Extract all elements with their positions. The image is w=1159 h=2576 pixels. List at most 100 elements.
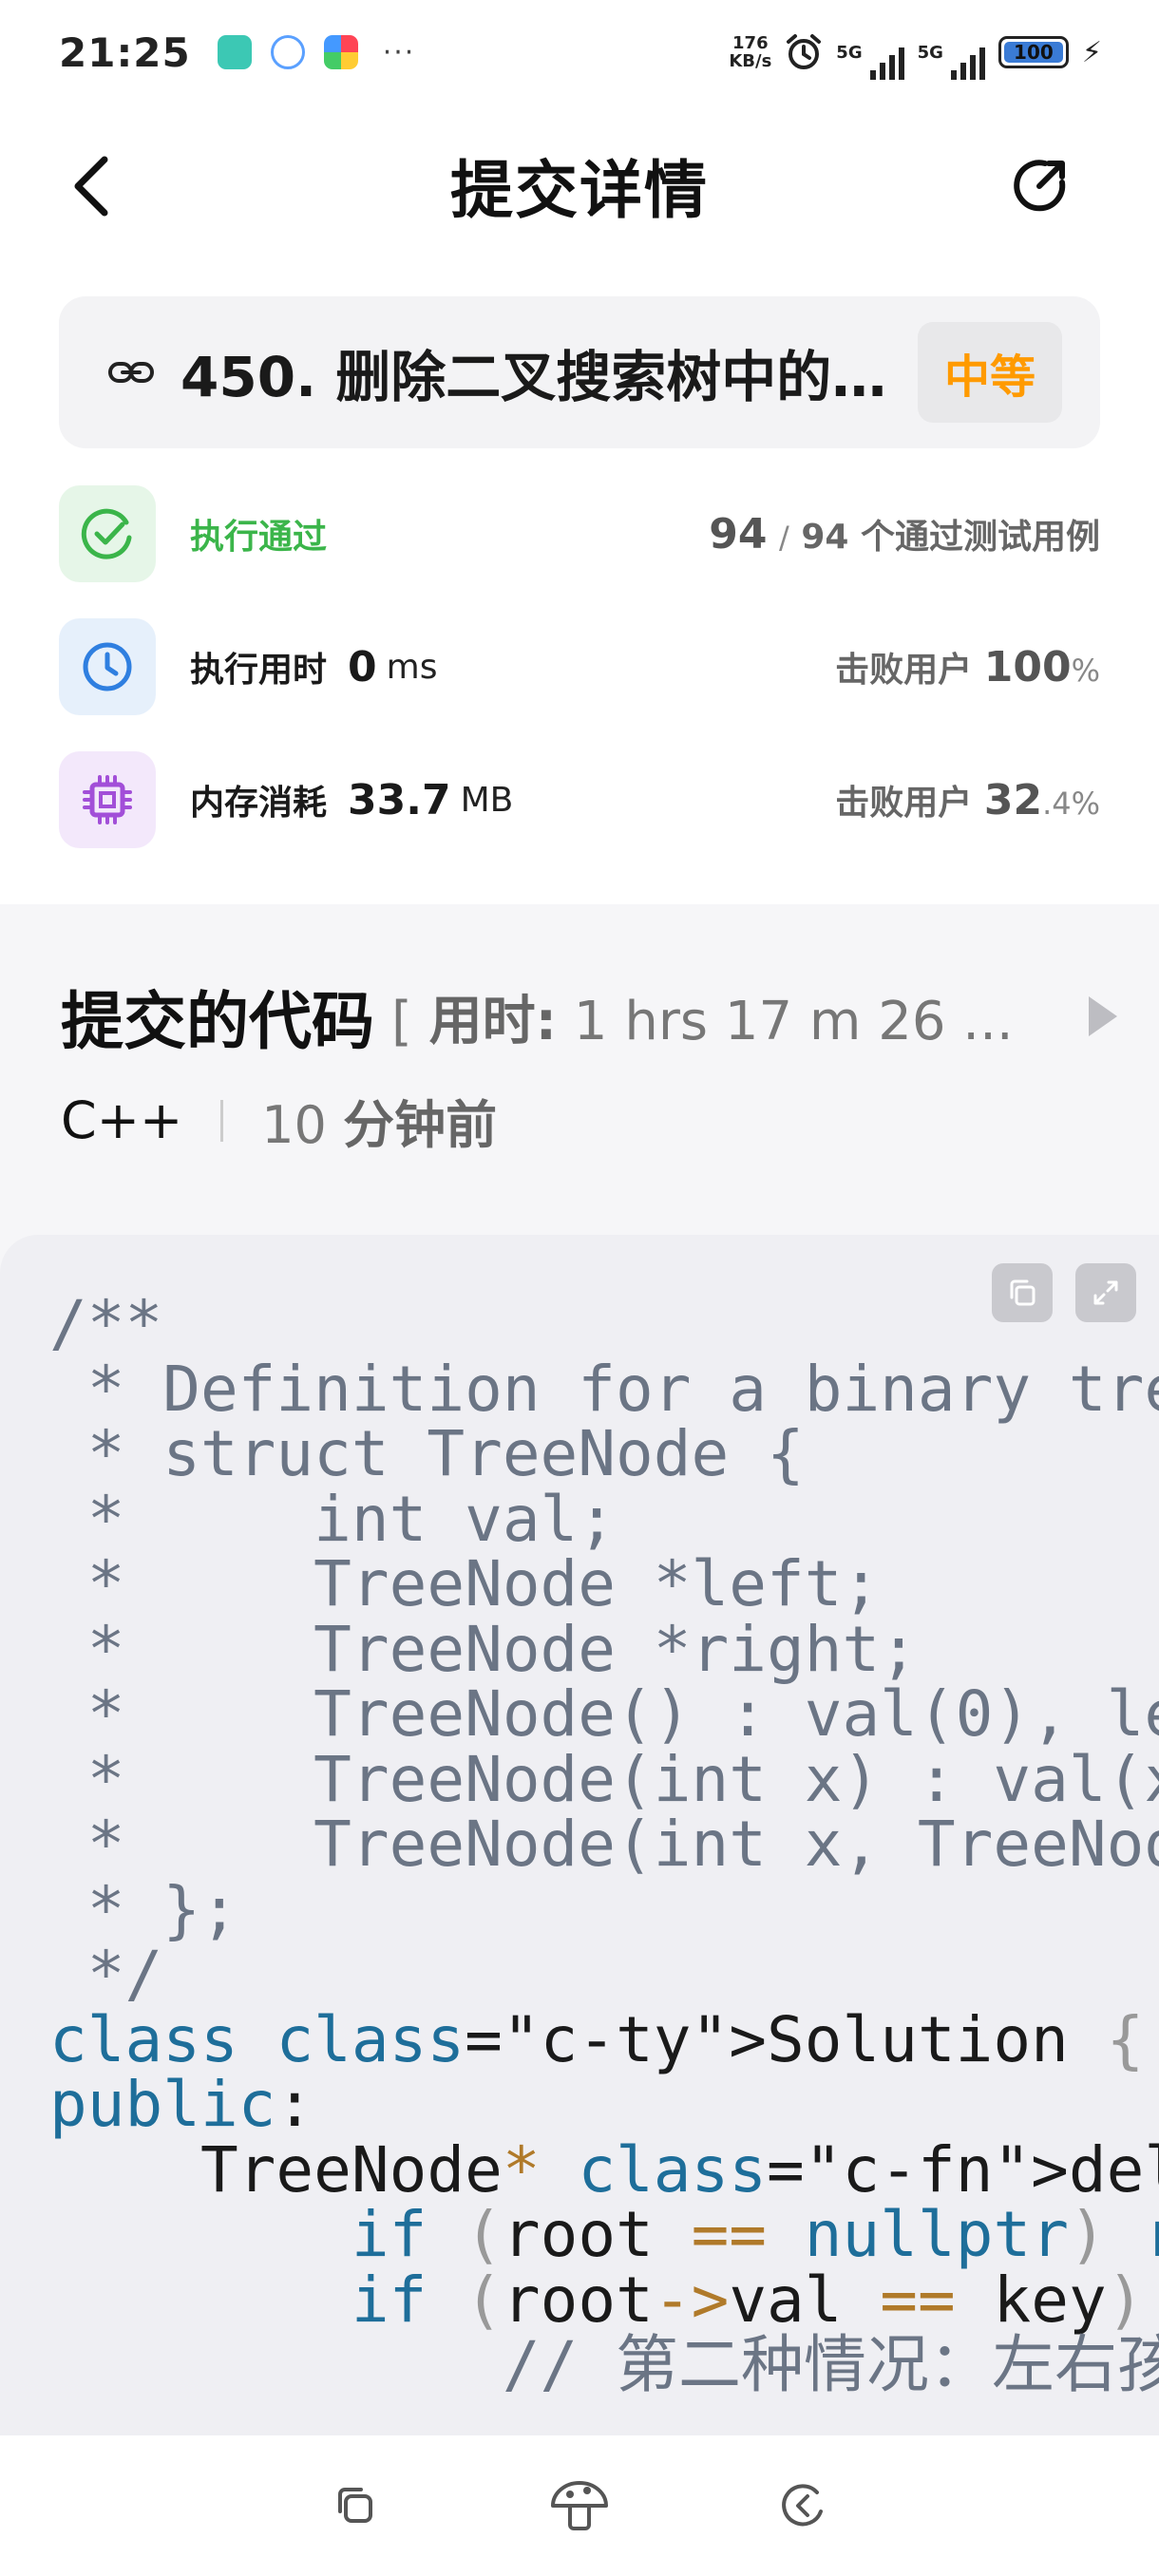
link-icon <box>108 362 154 383</box>
code-line: * }; <box>49 1872 238 1946</box>
back-circle-icon <box>782 2484 823 2527</box>
net-speed: 176 KB/s <box>729 34 771 70</box>
signal-label: 5G <box>836 42 863 63</box>
net-speed-unit: KB/s <box>729 51 772 71</box>
alarm-icon <box>787 34 822 69</box>
bottom-nav <box>0 2435 1159 2576</box>
net-speed-value: 176 <box>732 33 769 53</box>
share-button[interactable] <box>1007 152 1074 218</box>
mushroom-icon <box>551 2481 608 2530</box>
time-label: 用时: <box>428 990 558 1052</box>
beats-suffix: .4% <box>1042 786 1100 822</box>
beats-label: 击败用户 <box>835 651 973 690</box>
time-value: 1 hrs 17 m 26 ... <box>573 990 1014 1052</box>
code-section: 提交的代码 [ 用时: 1 hrs 17 m 26 ... C++ 10 分钟前… <box>0 904 1159 2435</box>
check-circle-icon <box>81 508 132 559</box>
beats-value: 32 <box>983 776 1043 824</box>
runtime-icon-box <box>59 618 156 715</box>
header: 提交详情 <box>0 104 1159 266</box>
beats-label: 击败用户 <box>835 784 973 823</box>
code-time-spent: [ 用时: 1 hrs 17 m 26 ... <box>391 978 1014 1055</box>
nav-recents-button[interactable] <box>325 2475 386 2536</box>
runtime-beats: 击败用户 100% <box>835 642 1100 691</box>
code-line: TreeNode* class="c-fn">deleteNode(TreeNo… <box>49 2132 1159 2207</box>
runtime-unit: ms <box>386 647 438 687</box>
chevron-left-icon <box>74 156 108 217</box>
battery-level: 100 <box>1003 42 1063 63</box>
code-line: if (root->val == key) { <box>351 2263 1145 2337</box>
copy-icon <box>1010 1279 1036 1306</box>
signal-sim1: 5G <box>836 42 904 80</box>
memory-beats: 击败用户 32.4% <box>835 775 1100 824</box>
memory-unit: MB <box>460 780 514 820</box>
nav-home-button[interactable] <box>549 2475 610 2536</box>
code-line: if (root == nullptr) return root; <box>351 2198 1159 2271</box>
code-line: * TreeNode(int x) : val(x), left(nullptr… <box>86 1742 1159 1816</box>
test-cases-summary: 94 / 94 个通过测试用例 <box>709 509 1100 559</box>
clock-icon <box>83 642 132 691</box>
memory-row: 内存消耗 33.7 MB 击败用户 32.4% <box>59 750 1100 849</box>
memory-label: 内存消耗 <box>190 784 328 823</box>
status-app-icons: ··· <box>217 35 416 69</box>
code-toolbar <box>992 1263 1136 1322</box>
code-line: * struct TreeNode { <box>49 1417 805 1490</box>
code-line: * TreeNode *right; <box>49 1612 918 1686</box>
share-icon <box>1014 160 1066 212</box>
code-block[interactable]: /** * Definition for a binary tree node.… <box>0 1235 1159 2435</box>
difficulty-badge: 中等 <box>917 322 1062 423</box>
expand-code-button[interactable] <box>1075 1263 1136 1322</box>
signal-bars-icon <box>869 47 904 80</box>
count-separator: / <box>779 520 789 556</box>
page-title: 提交详情 <box>450 154 709 227</box>
code-line: * TreeNode(int x, TreeNode *left, TreeNo… <box>86 1808 1159 1881</box>
memory-value: 33.7 <box>348 775 451 824</box>
code-line: * int val; <box>49 1482 617 1556</box>
signal-bars-icon <box>950 47 985 80</box>
code-line: * Definition for a binary tree node. <box>86 1352 1159 1426</box>
submission-meta: C++ 10 分钟前 <box>61 1083 497 1158</box>
code-line: public: <box>49 2068 314 2141</box>
nav-back-button[interactable] <box>773 2475 834 2536</box>
code-heading[interactable]: 提交的代码 [ 用时: 1 hrs 17 m 26 ... <box>61 971 1121 1062</box>
play-icon[interactable] <box>1083 993 1121 1040</box>
code-line: /** <box>49 1287 163 1360</box>
status-icon-box <box>59 485 156 582</box>
expand-icon <box>1093 1280 1118 1305</box>
battery-icon: 100 <box>998 36 1069 68</box>
signal-sim2: 5G <box>917 42 985 80</box>
problem-card[interactable]: 450. 删除二叉搜索树中的节点 中等 <box>59 296 1100 448</box>
copy-code-button[interactable] <box>992 1263 1053 1322</box>
runtime-value: 0 <box>348 642 377 691</box>
code-line: class class="c-ty">Solution { <box>49 2002 1145 2076</box>
code-content: /** * Definition for a binary tree node.… <box>49 1291 1159 2401</box>
back-button[interactable] <box>61 148 127 224</box>
beats-value: 100 <box>983 643 1072 691</box>
problem-title[interactable]: 450. 删除二叉搜索树中的节点 <box>180 332 912 412</box>
status-more-indicator: ··· <box>382 35 416 69</box>
chip-icon <box>83 775 132 824</box>
code-section-title: 提交的代码 <box>61 985 374 1058</box>
charging-icon: ⚡ <box>1081 35 1102 69</box>
result-row: 执行通过 94 / 94 个通过测试用例 <box>59 484 1100 583</box>
runtime-label: 执行用时 <box>190 651 328 690</box>
code-line: */ <box>49 1938 163 2011</box>
copy-icon <box>338 2488 372 2523</box>
code-line: * TreeNode() : val(0), left(nullptr), ri… <box>86 1677 1159 1751</box>
runtime-row: 执行用时 0 ms 击败用户 100% <box>59 617 1100 716</box>
status-indicators: 176 KB/s 5G 5G 100 ⚡ <box>729 33 1102 80</box>
signal-label: 5G <box>917 42 943 63</box>
result-status: 执行通过 <box>190 518 328 557</box>
code-line: // 第二种情况：左右孩子都为空 <box>502 2328 1159 2401</box>
memory-icon-box <box>59 751 156 848</box>
status-time: 21:25 <box>59 28 191 76</box>
beats-suffix: % <box>1071 653 1100 689</box>
notification-app-icon <box>217 35 252 69</box>
submitted-ago-unit: 分钟前 <box>343 1095 498 1155</box>
submitted-ago-num: 10 <box>261 1095 327 1155</box>
notification-app-icon <box>270 35 305 69</box>
code-language: C++ <box>61 1090 183 1150</box>
submitted-ago: 10 分钟前 <box>261 1083 497 1158</box>
status-bar: 21:25 ··· 176 KB/s 5G 5G 100 ⚡ <box>0 0 1159 104</box>
meta-divider <box>220 1099 224 1142</box>
time-bracket: [ <box>391 990 412 1052</box>
